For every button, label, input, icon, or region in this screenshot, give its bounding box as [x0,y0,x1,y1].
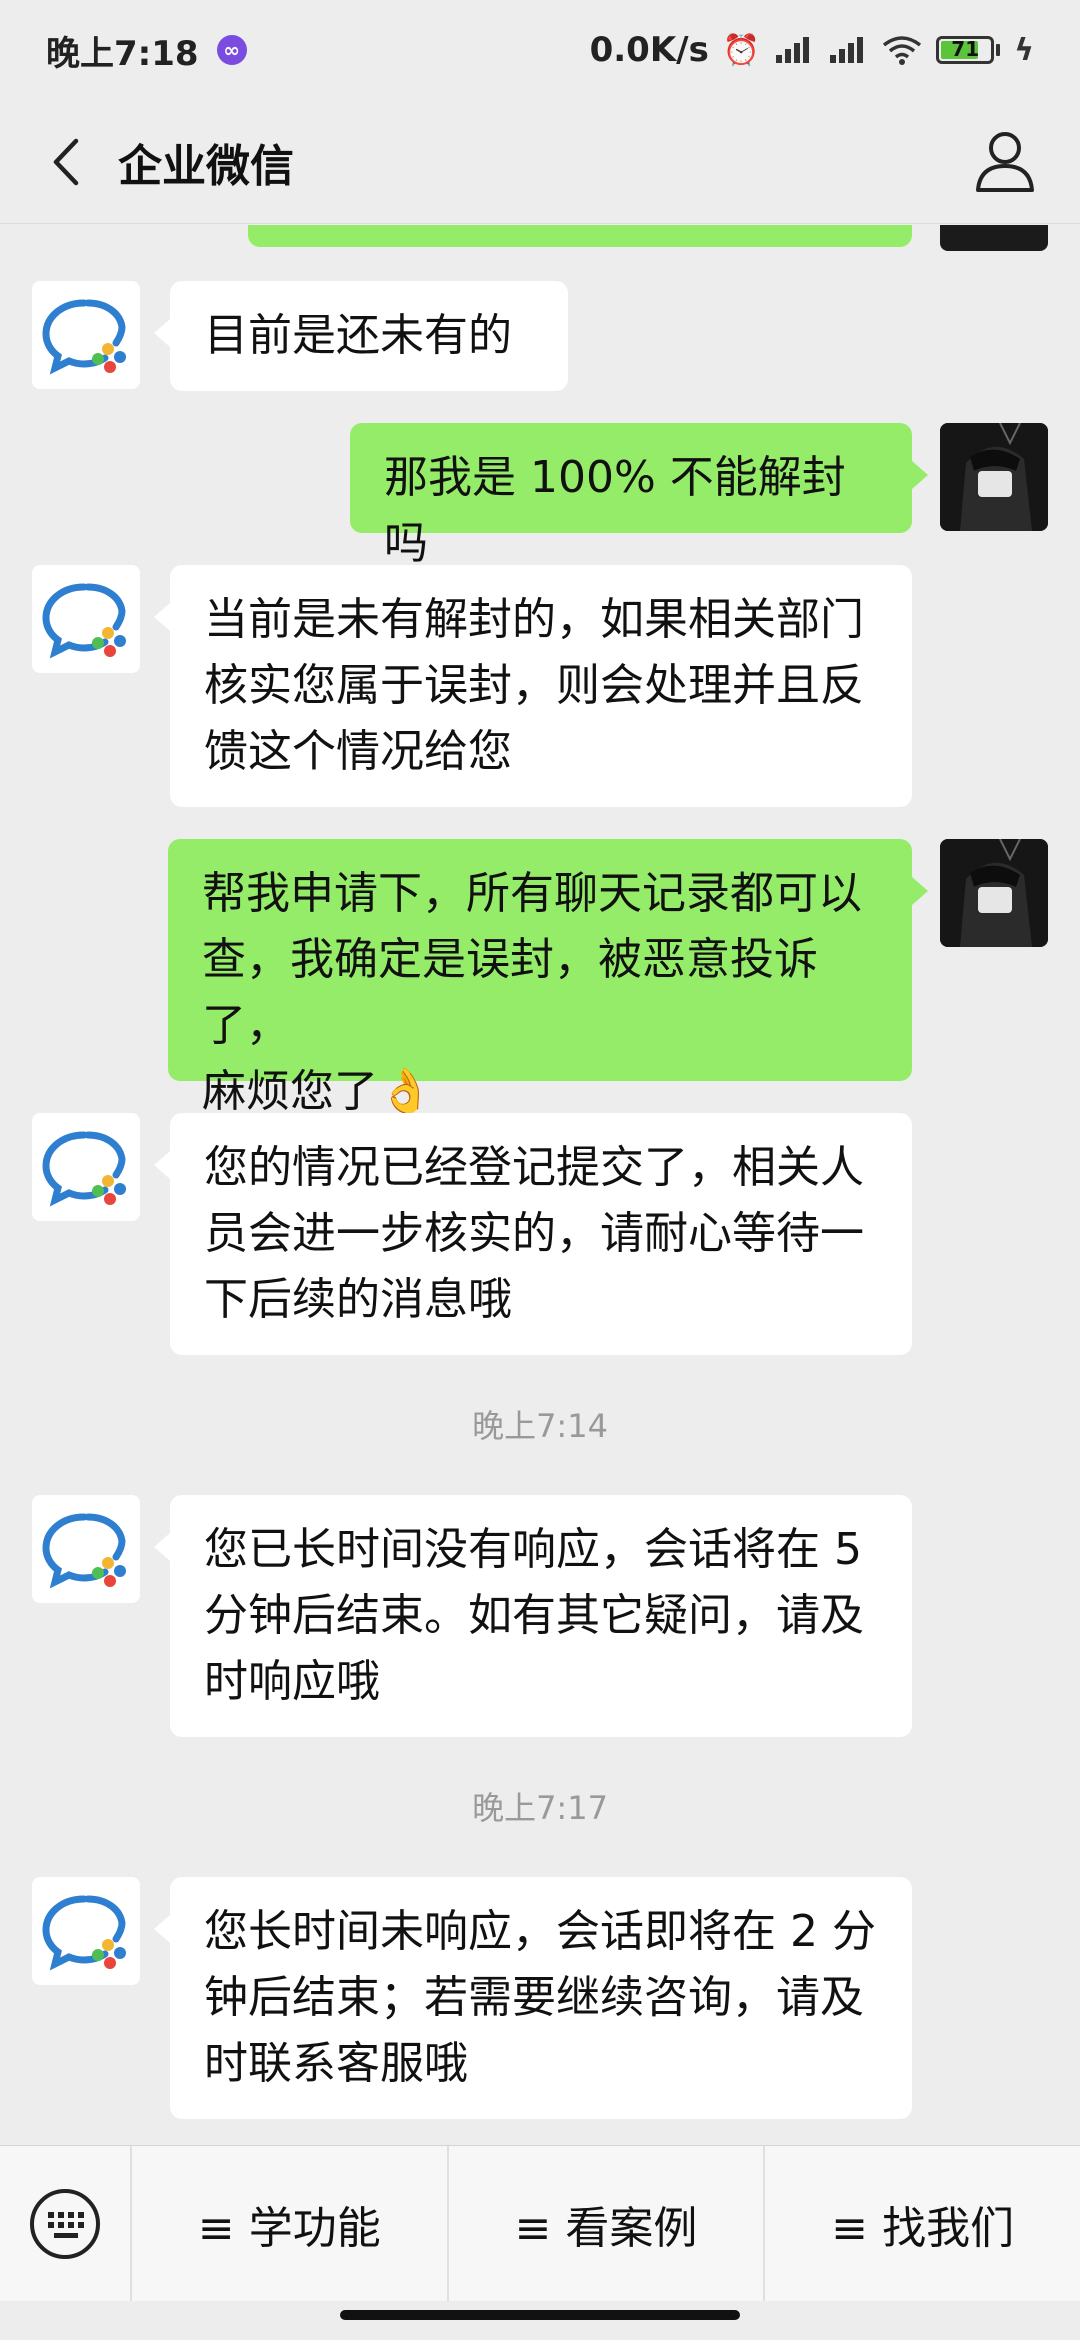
message-line: 时响应哦 [204,1656,380,1707]
back-arrow-icon [53,138,79,185]
message-line: 员会进一步核实的，请耐心等待一 [204,1208,864,1259]
status-bar: 晚上7:18 ∞ 0.0K/s ⏰ 71 ϟ [0,0,1080,100]
wecom-logo-icon [42,299,126,375]
signal-icon [776,37,810,63]
timestamp: 晚上7:17 [472,1789,608,1827]
network-speed: 0.0K/s [589,30,709,70]
message-line: 馈这个情况给您 [204,726,512,777]
bot-avatar[interactable] [32,1877,140,1985]
message-text: 那我是 100% 不能解封吗 [384,452,846,569]
message-line: 查，我确定是误封，被恶意投诉了， [202,934,818,1051]
message-line: 核实您属于误封，则会处理并且反 [204,660,864,711]
bot-avatar[interactable] [32,1495,140,1603]
user-avatar[interactable] [940,423,1048,531]
message-line: 您已长时间没有响应，会话将在 5 [204,1524,862,1575]
message-line: 下后续的消息哦 [204,1274,512,1325]
charging-icon: ϟ [1014,32,1034,68]
link-icon: ∞ [216,35,247,65]
wecom-logo-icon [42,1131,126,1207]
user-message[interactable]: 帮我申请下，所有聊天记录都可以 查，我确定是误封，被恶意投诉了， 麻烦您了👌 [168,839,928,1117]
wecom-logo-icon [42,583,126,659]
ok-hand-emoji: 👌 [378,1066,433,1117]
chat-area[interactable]: 目前是还未有的 那我是 100% 不能解封吗 当前是未有解封的，如果相关部门 核… [0,225,1080,2145]
bot-avatar[interactable] [32,281,140,389]
battery-level: 71 [951,37,980,61]
nav-bar: 企业微信 [0,100,1080,224]
message-line: 分钟后结束。如有其它疑问，请及 [204,1590,864,1641]
status-left: 晚上7:18 ∞ [46,26,247,75]
signal-icon-2 [830,37,864,63]
bot-message[interactable]: 目前是还未有的 [154,281,568,391]
user-message[interactable]: 那我是 100% 不能解封吗 [350,423,928,569]
message-line: 时联系客服哦 [204,2038,468,2089]
bottom-menu-bar: ≡ 学功能 ≡ 看案例 ≡ 找我们 [0,2145,1080,2301]
bot-message[interactable]: 您已长时间没有响应，会话将在 5 分钟后结束。如有其它疑问，请及 时响应哦 [154,1495,912,1737]
timestamp: 晚上7:14 [472,1407,608,1445]
page-title: 企业微信 [118,140,294,192]
status-time: 晚上7:18 [46,33,199,74]
menu-view-cases[interactable]: ≡ 看案例 [446,2146,764,2301]
message-line: 帮我申请下，所有聊天记录都可以 [202,868,862,919]
status-right: 0.0K/s ⏰ 71 ϟ [590,30,1034,70]
bot-message[interactable]: 当前是未有解封的，如果相关部门 核实您属于误封，则会处理并且反 馈这个情况给您 [154,565,912,807]
message-line: 您的情况已经登记提交了，相关人 [204,1142,864,1193]
battery-icon: 71 [936,36,1001,64]
profile-button[interactable] [972,128,1038,194]
wifi-icon [883,36,922,65]
bot-avatar[interactable] [32,565,140,673]
message-line: 您长时间未响应，会话即将在 2 分 [204,1906,876,1957]
person-icon [976,132,1034,192]
keyboard-icon [30,2188,100,2259]
message-line: 当前是未有解封的，如果相关部门 [204,594,864,645]
menu-find-us[interactable]: ≡ 找我们 [763,2146,1080,2301]
wecom-logo-icon [42,1895,126,1971]
home-indicator[interactable] [340,2310,740,2320]
bot-avatar[interactable] [32,1113,140,1221]
user-avatar[interactable] [940,225,1048,251]
user-photo-icon [940,839,1048,947]
message-text: 麻烦您了 [202,1066,378,1117]
wecom-logo-icon [42,1513,126,1589]
back-button[interactable] [30,127,100,197]
message-partial [0,225,1080,251]
bot-message[interactable]: 您的情况已经登记提交了，相关人 员会进一步核实的，请耐心等待一 下后续的消息哦 [154,1113,912,1355]
menu-learn-features[interactable]: ≡ 学功能 [130,2146,447,2301]
user-photo-icon [940,423,1048,531]
alarm-icon: ⏰ [722,32,761,68]
message-text: 目前是还未有的 [204,310,512,361]
keyboard-toggle-button[interactable] [0,2146,130,2301]
bot-message[interactable]: 您长时间未响应，会话即将在 2 分 钟后结束；若需要继续咨询，请及 时联系客服哦 [154,1877,912,2119]
partial-bubble [248,225,912,247]
message-line: 钟后结束；若需要继续咨询，请及 [204,1972,864,2023]
user-avatar[interactable] [940,839,1048,947]
